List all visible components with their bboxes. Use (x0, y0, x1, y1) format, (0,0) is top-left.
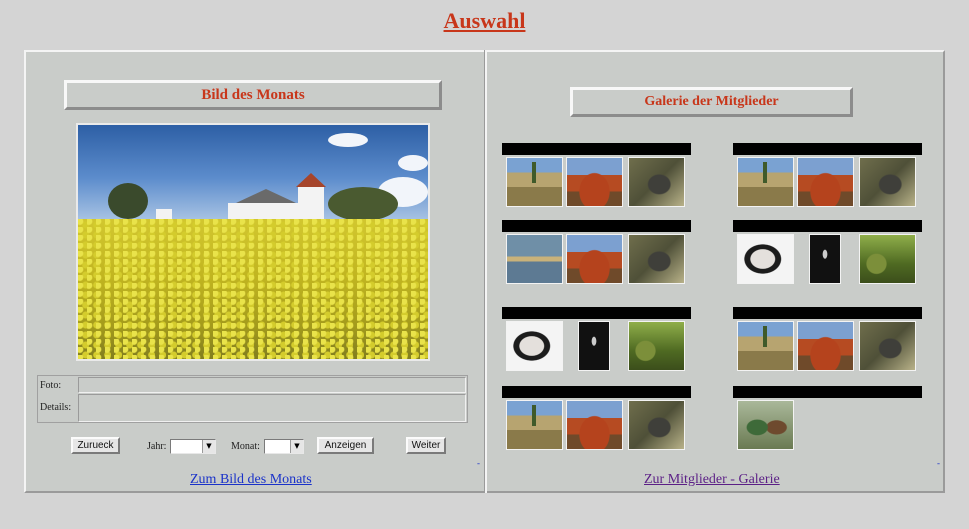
gallery-link[interactable]: Zur Mitglieder - Galerie (644, 472, 780, 488)
image-cloud (398, 155, 428, 171)
show-button[interactable]: Anzeigen (317, 437, 374, 454)
gallery-thumbnail-lizard[interactable] (628, 157, 685, 207)
info-row-foto: Foto: (38, 377, 467, 393)
image-cloud (328, 133, 368, 147)
picture-info-table: Foto: Details: (37, 375, 468, 423)
gallery-thumbnail-desert[interactable] (737, 321, 794, 371)
member-name-bar (733, 143, 922, 155)
member-name-bar (502, 143, 691, 155)
foto-value (78, 377, 466, 393)
member-name-bar (502, 220, 691, 232)
gallery-thumbnail-desert[interactable] (737, 157, 794, 207)
image-tree (328, 187, 398, 221)
gallery-thumbnail-forest[interactable] (859, 234, 916, 284)
right-dash: - (937, 458, 940, 468)
image-tree (108, 183, 148, 219)
member-name-bar (733, 220, 922, 232)
member-name-bar (502, 386, 691, 398)
gallery-thumbnail-lake[interactable] (506, 234, 563, 284)
member-name-bar (733, 307, 922, 319)
picture-of-month-link[interactable]: Zum Bild des Monats (190, 472, 312, 488)
picture-of-month-image[interactable] (76, 123, 430, 361)
details-label: Details: (40, 402, 72, 413)
foto-label: Foto: (40, 380, 62, 391)
gallery-thumbnail-rock[interactable] (566, 400, 623, 450)
next-button[interactable]: Weiter (406, 437, 446, 454)
back-button[interactable]: Zurueck (71, 437, 120, 454)
member-name-bar (733, 386, 922, 398)
image-church-tower (298, 187, 324, 219)
month-select[interactable]: ▼ (264, 439, 304, 454)
image-rapeseed-field (78, 219, 428, 359)
left-dash: - (477, 458, 480, 468)
member-name-bar (502, 307, 691, 319)
gallery-thumbnail-face[interactable] (506, 321, 563, 371)
panel-divider (484, 50, 487, 493)
details-value (78, 394, 466, 422)
page-title: Auswahl (443, 8, 526, 33)
gallery-thumbnail-lizard[interactable] (628, 400, 685, 450)
gallery-thumbnail-face[interactable] (737, 234, 794, 284)
year-label: Jahr: (147, 441, 167, 452)
gallery-thumbnail-dark[interactable] (578, 321, 610, 371)
month-label: Monat: (231, 441, 260, 452)
gallery-thumbnail-lizard[interactable] (628, 234, 685, 284)
gallery-title: Galerie der Mitglieder (570, 87, 853, 117)
chevron-down-icon[interactable]: ▼ (202, 440, 215, 453)
gallery-thumbnail-lizard[interactable] (859, 321, 916, 371)
gallery-thumbnail-desert[interactable] (506, 400, 563, 450)
picture-of-month-title: Bild des Monats (64, 80, 442, 110)
info-row-details: Details: (38, 394, 467, 422)
gallery-thumbnail-rock[interactable] (797, 157, 854, 207)
image-church-nave (228, 203, 298, 219)
chevron-down-icon[interactable]: ▼ (290, 440, 303, 453)
gallery-thumbnail-lizard[interactable] (859, 157, 916, 207)
image-house (156, 209, 172, 219)
gallery-thumbnail-dark[interactable] (809, 234, 841, 284)
image-tower-roof (296, 173, 326, 187)
gallery-thumbnail-people[interactable] (737, 400, 794, 450)
year-select[interactable]: ▼ (170, 439, 216, 454)
gallery-thumbnail-rock[interactable] (566, 157, 623, 207)
image-church-roof (236, 189, 296, 203)
gallery-thumbnail-rock[interactable] (797, 321, 854, 371)
gallery-thumbnail-rock[interactable] (566, 234, 623, 284)
gallery-thumbnail-desert[interactable] (506, 157, 563, 207)
gallery-thumbnail-forest[interactable] (628, 321, 685, 371)
